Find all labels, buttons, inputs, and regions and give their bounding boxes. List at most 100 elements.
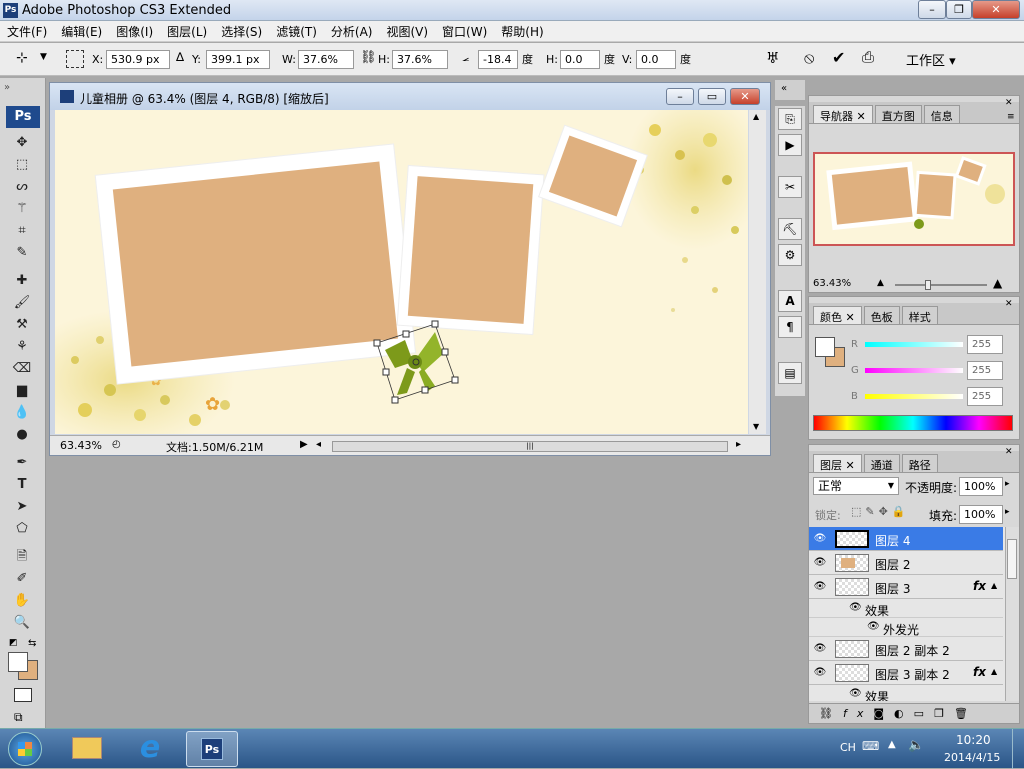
zoom-level[interactable]: 63.43% — [60, 439, 102, 452]
navigator-zoom-slider[interactable] — [895, 280, 987, 290]
fx-icon[interactable]: fx — [973, 665, 986, 679]
effects-eye-icon[interactable]: 👁 — [849, 688, 862, 699]
clone-stamp-icon[interactable]: ⚒ — [12, 316, 32, 334]
y-field[interactable]: 399.1 px — [206, 50, 270, 69]
healing-brush-icon[interactable]: ✚ — [12, 272, 32, 290]
paragraph-palette-icon[interactable]: ¶ — [778, 316, 802, 338]
actions-palette-icon[interactable]: ▶ — [778, 134, 802, 156]
commit-transform-icon[interactable]: ✔ — [832, 48, 845, 67]
outer-glow-row[interactable]: 👁 外发光 — [809, 618, 1003, 637]
photo-frame-2[interactable] — [396, 164, 545, 336]
angle-field[interactable]: -18.4 — [478, 50, 518, 69]
hand-tool-icon[interactable]: ✋ — [12, 592, 32, 610]
workspace-button[interactable]: 工作区 ▾ — [906, 50, 956, 69]
zoom-tool-icon[interactable]: 🔍 — [12, 614, 32, 632]
scroll-up-icon[interactable]: ▲ — [753, 112, 759, 121]
eraser-tool-icon[interactable]: ⌫ — [12, 360, 32, 378]
h-field[interactable]: 37.6% — [392, 50, 448, 69]
adjustment-layer-icon[interactable]: ◐ — [894, 707, 914, 720]
layer-row-2-copy-2[interactable]: 👁 图层 2 副本 2 — [809, 637, 1003, 661]
visibility-eye-icon[interactable]: 👁 — [813, 556, 827, 570]
warp-icon[interactable]: ♅ — [766, 49, 779, 67]
internet-explorer-icon[interactable]: e — [132, 731, 168, 765]
gradient-tool-icon[interactable]: ▆ — [12, 382, 32, 400]
palette-well-icon[interactable]: ⎙ — [862, 48, 874, 66]
crop-tool-icon[interactable]: ⌗ — [12, 222, 32, 240]
layers-scroll-thumb[interactable] — [1007, 539, 1017, 579]
delta-icon[interactable]: ∆ — [176, 50, 184, 64]
foreground-color-swatch[interactable] — [8, 652, 28, 672]
clock-time[interactable]: 10:20 — [956, 733, 991, 747]
screen-mode-icon[interactable]: ⧉ — [14, 710, 23, 725]
maximize-button[interactable]: ❐ — [946, 0, 972, 19]
new-group-icon[interactable]: ▭ — [914, 707, 934, 720]
panel-close-icon[interactable]: ✕ — [1005, 299, 1013, 309]
canvas[interactable]: ✿ ✿ — [55, 110, 748, 434]
panel-close-icon[interactable]: ✕ — [1005, 447, 1013, 457]
swap-colors-icon[interactable]: ⇆ — [28, 638, 36, 649]
navigator-preview[interactable] — [813, 152, 1015, 246]
move-tool-icon[interactable]: ⊹ — [16, 50, 28, 66]
new-layer-icon[interactable]: ❐ — [934, 707, 954, 720]
cancel-transform-icon[interactable]: ⦸ — [804, 48, 814, 68]
horizontal-scroll-thumb[interactable]: ||| — [333, 442, 727, 451]
outer-glow-eye-icon[interactable]: 👁 — [867, 621, 880, 632]
expand-effects-icon[interactable]: ▲ — [991, 581, 997, 590]
b-field[interactable]: 255 — [967, 387, 1003, 406]
fill-arrow-icon[interactable]: ▸ — [1005, 507, 1010, 517]
x-field[interactable]: 530.9 px — [106, 50, 170, 69]
show-desktop-button[interactable] — [1012, 729, 1024, 769]
tab-channels[interactable]: 通道 — [863, 454, 900, 472]
path-selection-icon[interactable]: ➤ — [12, 498, 32, 516]
keyboard-icon[interactable]: ⌨ — [862, 739, 879, 753]
zoom-slider-thumb[interactable] — [925, 280, 931, 290]
vskew-field[interactable]: 0.0 — [636, 50, 676, 69]
brushes-palette-icon[interactable]: ⛏ — [778, 218, 802, 240]
navigator-zoom-value[interactable]: 63.43% — [813, 278, 851, 289]
zoom-out-mountain-icon[interactable]: ▲ — [877, 278, 884, 288]
layer-row-3[interactable]: 👁 图层 3 fx ▲ — [809, 575, 1003, 599]
layer-comps-icon[interactable]: ▤ — [778, 362, 802, 384]
history-brush-icon[interactable]: ⚘ — [12, 338, 32, 356]
tab-info[interactable]: 信息 — [923, 105, 960, 123]
g-field[interactable]: 255 — [967, 361, 1003, 380]
quick-mask-icon[interactable] — [14, 688, 32, 702]
w-field[interactable]: 37.6% — [298, 50, 354, 69]
g-slider[interactable] — [865, 368, 963, 373]
toolbox-collapse-icon[interactable]: » — [4, 82, 10, 93]
opacity-field[interactable]: 100% — [959, 477, 1003, 496]
brush-tool-icon[interactable]: 🖌 — [12, 294, 32, 312]
status-toggle-icon[interactable]: ◴ — [112, 439, 121, 450]
color-spectrum-bar[interactable] — [813, 415, 1013, 431]
horizontal-scrollbar[interactable]: ||| — [332, 441, 728, 452]
link-layers-icon[interactable]: ⛓ — [819, 707, 843, 720]
zoom-in-mountain-icon[interactable]: ▲ — [993, 276, 1002, 290]
visibility-eye-icon[interactable]: 👁 — [813, 580, 827, 594]
start-button[interactable] — [8, 732, 42, 766]
effects-eye-icon[interactable]: 👁 — [849, 602, 862, 613]
volume-icon[interactable]: 🔈 — [908, 738, 924, 753]
menu-view[interactable]: 视图(V) — [379, 23, 435, 40]
menu-edit[interactable]: 编辑(E) — [54, 23, 109, 40]
opacity-arrow-icon[interactable]: ▸ — [1005, 479, 1010, 489]
expand-effects-icon[interactable]: ▲ — [991, 667, 997, 676]
marquee-tool-icon[interactable]: ⬚ — [12, 156, 32, 174]
menu-select[interactable]: 选择(S) — [214, 23, 269, 40]
menu-analysis[interactable]: 分析(A) — [324, 23, 380, 40]
tab-color[interactable]: 颜色 ✕ — [813, 306, 862, 324]
clone-source-icon[interactable]: ⚙ — [778, 244, 802, 266]
chevron-down-icon[interactable]: ▼ — [40, 52, 47, 62]
panel-close-icon[interactable]: ✕ — [1005, 98, 1013, 108]
layers-scrollbar[interactable] — [1005, 527, 1019, 701]
doc-close-button[interactable]: ✕ — [730, 88, 760, 105]
add-style-icon[interactable]: fx — [843, 707, 873, 720]
history-palette-icon[interactable]: ⎘ — [778, 108, 802, 130]
minimize-button[interactable]: – — [918, 0, 946, 19]
tab-swatches[interactable]: 色板 — [863, 306, 900, 324]
layer-row-2[interactable]: 👁 图层 2 — [809, 551, 1003, 575]
dodge-tool-icon[interactable]: ● — [12, 426, 32, 444]
add-mask-icon[interactable]: ◙ — [873, 707, 894, 720]
fill-field[interactable]: 100% — [959, 505, 1003, 524]
notes-tool-icon[interactable]: 🗎 — [12, 548, 32, 566]
hskew-field[interactable]: 0.0 — [560, 50, 600, 69]
